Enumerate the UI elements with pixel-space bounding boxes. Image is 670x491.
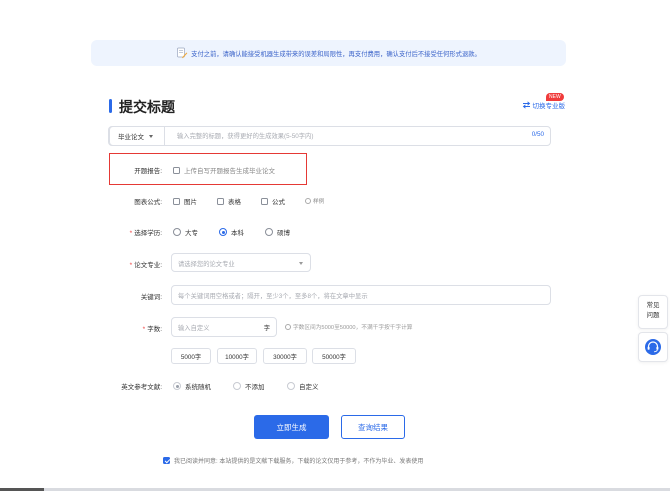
chevron-down-icon [299, 262, 303, 265]
bachelor-label: 本科 [231, 230, 244, 237]
random-radio[interactable] [173, 382, 181, 390]
major-label: * 论文专业: [129, 262, 162, 269]
info-icon [305, 197, 311, 204]
major-select[interactable]: 请选择您的论文专业 [171, 253, 311, 272]
preset-10000-button[interactable]: 10000字 [217, 348, 257, 364]
word-count-hint: 字数区间为5000至50000，不满千字按千字计算 [285, 322, 412, 331]
info-icon [285, 323, 291, 330]
master-radio[interactable] [265, 228, 273, 236]
payment-notice-banner: 支付之前，请确认能接受机器生成带来的误差和局限性，再支付费用，确认支付后不接受任… [91, 40, 566, 66]
customer-service-headset-icon [645, 339, 661, 355]
preset-50000-button[interactable]: 50000字 [312, 348, 356, 364]
proposal-upload-option[interactable]: 上传自写开题报告生成毕业论文 [173, 165, 275, 175]
generate-button[interactable]: 立即生成 [254, 415, 329, 439]
master-label: 硕博 [277, 230, 290, 237]
major-label-text: 论文专业: [134, 262, 162, 269]
agreement-row[interactable]: 我已阅读并同意: 本站提供的是文献下载服务，下载的论文仅用于参考，不作为毕业、发… [163, 456, 423, 465]
bachelor-radio[interactable] [219, 228, 227, 236]
query-results-button[interactable]: 查询结果 [341, 415, 405, 439]
custom-label: 自定义 [299, 384, 319, 391]
keywords-placeholder: 每个关键词用空格或者；隔开，至少3个，至多8个，将在文章中显示 [178, 293, 368, 300]
figure-option-image[interactable]: 图片 [173, 196, 197, 206]
formula-checkbox[interactable] [261, 197, 268, 205]
title-input[interactable]: 输入完整的标题，获得更好的生成效果(5-50字内) [177, 131, 313, 140]
keywords-label: 关键词: [140, 294, 162, 301]
degree-option-master[interactable]: 硕博 [265, 227, 290, 237]
preset-30000-button[interactable]: 30000字 [263, 348, 307, 364]
figures-label: 图表公式: [134, 199, 162, 206]
figure-option-formula[interactable]: 公式 [261, 196, 285, 206]
section-header: 提交标题 切换专业版 [109, 96, 565, 116]
word-count-hint-text: 字数区间为5000至50000，不满千字按千字计算 [293, 325, 413, 331]
switch-pro-button[interactable]: 切换专业版 [522, 100, 566, 110]
degree-label: * 选择学历: [129, 230, 162, 237]
title-char-count: 0/50 [531, 131, 544, 138]
faq-label-line2: 问题 [646, 312, 660, 319]
doc-type-value: 毕业论文 [118, 134, 144, 141]
table-option-label: 表格 [228, 199, 241, 206]
major-placeholder: 请选择您的论文专业 [178, 261, 235, 268]
degree-label-text: 选择学历: [134, 230, 162, 237]
word-count-unit: 字 [263, 325, 270, 332]
proposal-option-label: 上传自写开题报告生成毕业论文 [184, 168, 275, 175]
word-count-input[interactable]: 输入自定义 字 [171, 317, 277, 337]
random-label: 系统随机 [185, 384, 211, 391]
none-radio[interactable] [233, 382, 241, 390]
formula-option-label: 公式 [272, 199, 285, 206]
image-option-label: 图片 [184, 199, 197, 206]
table-checkbox[interactable] [217, 197, 224, 205]
degree-option-bachelor[interactable]: 本科 [219, 227, 244, 237]
proposal-checkbox[interactable] [173, 166, 180, 174]
proposal-label: 开题报告: [134, 168, 162, 175]
junior-radio[interactable] [173, 228, 181, 236]
junior-label: 大专 [185, 230, 198, 237]
document-pen-icon [176, 47, 188, 59]
doc-type-select[interactable]: 毕业论文 [109, 126, 165, 146]
custom-radio[interactable] [287, 382, 295, 390]
agreement-checkbox[interactable] [163, 457, 170, 464]
title-accent-bar [109, 99, 112, 113]
example-link[interactable]: 样例 [305, 196, 324, 205]
reference-option-custom[interactable]: 自定义 [287, 381, 319, 391]
chevron-down-icon [149, 134, 153, 138]
references-label: 英文参考文献: [121, 384, 162, 391]
image-checkbox[interactable] [173, 197, 180, 205]
example-label: 样例 [313, 199, 325, 205]
keywords-input[interactable]: 每个关键词用空格或者；隔开，至少3个，至多8个，将在文章中显示 [171, 285, 551, 305]
word-count-label-text: 字数: [147, 326, 162, 333]
switch-arrows-icon [522, 101, 530, 109]
none-label: 不添加 [245, 384, 265, 391]
agreement-text: 我已阅读并同意: 本站提供的是文献下载服务，下载的论文仅用于参考，不作为毕业、发… [174, 459, 424, 465]
notice-text: 支付之前，请确认能接受机器生成带来的误差和局限性，再支付费用，确认支付后不接受任… [191, 50, 481, 58]
word-count-placeholder: 输入自定义 [178, 325, 210, 332]
figure-option-table[interactable]: 表格 [217, 196, 241, 206]
preset-5000-button[interactable]: 5000字 [171, 348, 211, 364]
faq-button[interactable]: 常见 问题 [638, 295, 668, 329]
page-title: 提交标题 [119, 99, 175, 115]
faq-label-line1: 常见 [646, 302, 660, 309]
word-count-label: * 字数: [142, 326, 162, 333]
reference-option-random[interactable]: 系统随机 [173, 381, 211, 391]
switch-pro-label: 切换专业版 [532, 103, 566, 110]
new-badge: NEW [546, 93, 564, 101]
customer-service-button[interactable] [638, 332, 668, 362]
reference-option-none[interactable]: 不添加 [233, 381, 265, 391]
degree-option-junior[interactable]: 大专 [173, 227, 198, 237]
title-input-row: 毕业论文 输入完整的标题，获得更好的生成效果(5-50字内) 0/50 [108, 126, 551, 146]
